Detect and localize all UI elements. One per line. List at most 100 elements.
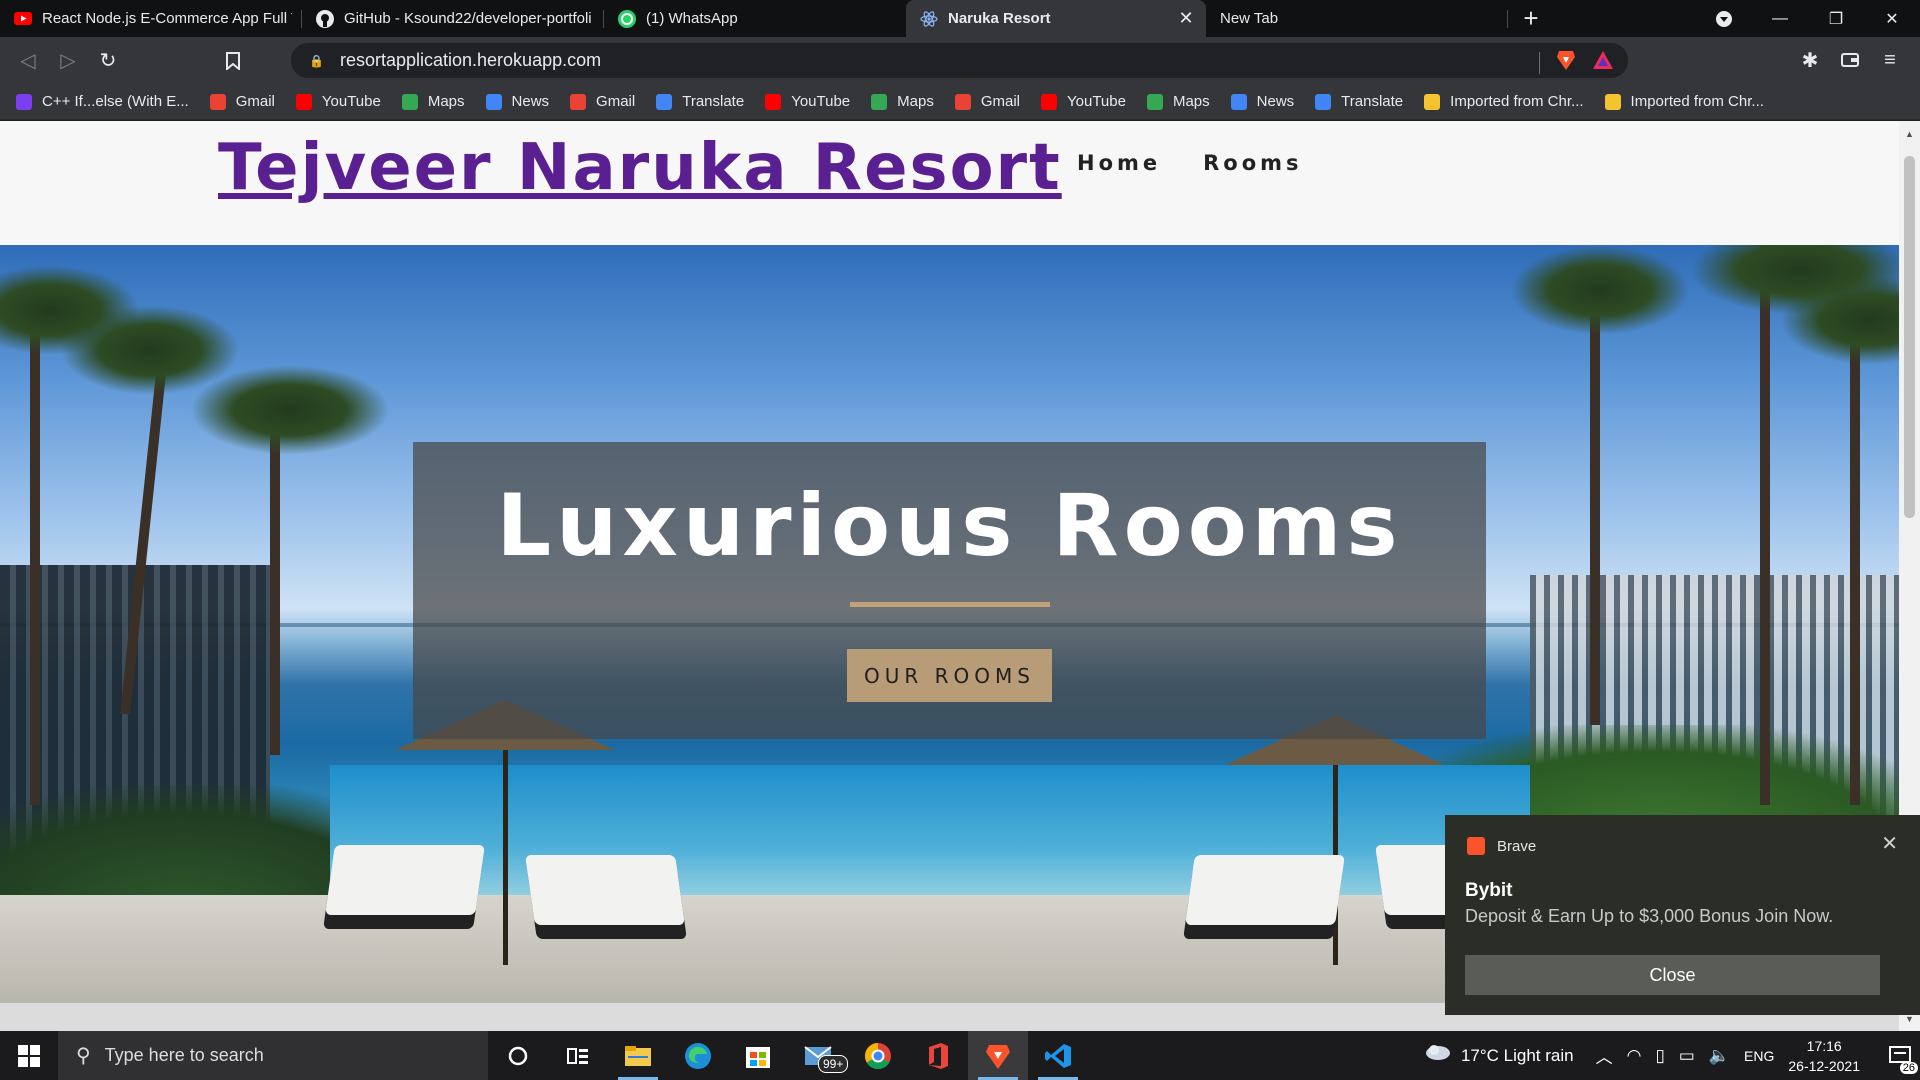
cloud-rain-icon: [1425, 1043, 1451, 1068]
cortana-icon[interactable]: [488, 1031, 548, 1080]
infinity-pool: [330, 765, 1530, 905]
bookmark-label: Imported from Chr...: [1450, 93, 1584, 110]
show-hidden-icons[interactable]: ︿: [1596, 1043, 1613, 1068]
new-tab-button[interactable]: +: [1508, 0, 1554, 37]
menu-icon[interactable]: ≡: [1870, 42, 1910, 78]
bookmark-label: YouTube: [791, 93, 851, 110]
site-brand-link[interactable]: Tejveer Naruka Resort: [218, 131, 1062, 205]
browser-toolbar: ◁ ▷ ↻ 🔒 resortapplication.herokuapp.com …: [0, 37, 1920, 84]
action-center-button[interactable]: 26: [1880, 1031, 1920, 1080]
bookmark-item[interactable]: C++ If...else (With E...: [16, 93, 189, 110]
bookmark-label: Gmail: [235, 93, 275, 110]
weather-widget[interactable]: 17°C Light rain: [1425, 1043, 1574, 1068]
scroll-up-icon[interactable]: ▲: [1904, 129, 1915, 139]
chrome-icon[interactable]: [848, 1031, 908, 1080]
bookmark-favicon-icon: [871, 93, 888, 110]
file-explorer-icon[interactable]: [608, 1031, 668, 1080]
start-button[interactable]: [0, 1031, 58, 1080]
reload-button[interactable]: ↻: [88, 43, 128, 79]
browser-tab[interactable]: GitHub - Ksound22/developer-portfoli: [302, 0, 604, 37]
back-button[interactable]: ◁: [8, 43, 48, 79]
network-icon[interactable]: ◠: [1627, 1046, 1642, 1066]
brave-icon: [1467, 837, 1485, 855]
language-indicator[interactable]: ENG: [1744, 1048, 1774, 1064]
bookmark-item[interactable]: Translate: [1315, 93, 1403, 110]
bookmark-favicon-icon: [1424, 93, 1441, 110]
bookmark-favicon-icon: [1604, 93, 1621, 110]
hero-title: Luxurious Rooms: [496, 476, 1403, 576]
brave-rewards-icon[interactable]: [1592, 50, 1614, 75]
bookmark-favicon-icon: [401, 93, 418, 110]
forward-button[interactable]: ▷: [48, 43, 88, 79]
close-window-button[interactable]: ✕: [1864, 0, 1920, 37]
url-text: resortapplication.herokuapp.com: [339, 50, 602, 70]
notification-close-button[interactable]: Close: [1465, 955, 1880, 995]
mail-badge: 99+: [818, 1055, 849, 1073]
nav-rooms-link[interactable]: Rooms: [1203, 151, 1302, 175]
device-icon[interactable]: ▯: [1655, 1046, 1664, 1066]
bookmark-favicon-icon: [295, 93, 312, 110]
office-icon[interactable]: [908, 1031, 968, 1080]
lock-icon: 🔒: [309, 53, 324, 68]
brave-notification[interactable]: Brave ✕ Bybit Deposit & Earn Up to $3,00…: [1445, 815, 1920, 1015]
bookmark-item[interactable]: News: [1230, 93, 1294, 110]
close-tab-icon[interactable]: ✕: [1176, 8, 1196, 29]
bookmark-item[interactable]: YouTube: [1041, 93, 1126, 110]
tab-label: New Tab: [1220, 10, 1279, 27]
scrollbar-thumb[interactable]: [1904, 156, 1915, 518]
nav-links: Home Rooms: [1077, 151, 1303, 175]
bookmark-favicon-icon: [1146, 93, 1163, 110]
tab-label: GitHub - Ksound22/developer-portfoli: [344, 10, 592, 27]
search-placeholder: Type here to search: [104, 1045, 264, 1065]
bookmark-item[interactable]: Imported from Chr...: [1604, 93, 1764, 110]
brave-taskbar-icon[interactable]: [968, 1031, 1028, 1080]
bookmark-item[interactable]: Maps: [871, 93, 934, 110]
bookmark-item[interactable]: Maps: [1146, 93, 1210, 110]
edge-icon[interactable]: [668, 1031, 728, 1080]
notification-body: Deposit & Earn Up to $3,000 Bonus Join N…: [1465, 906, 1834, 926]
github-icon: [316, 9, 334, 28]
bookmark-item[interactable]: Gmail: [954, 93, 1020, 110]
brave-shields-icon[interactable]: [1556, 49, 1576, 76]
battery-icon[interactable]: ▭: [1679, 1046, 1695, 1066]
clock-date: 26-12-2021: [1788, 1057, 1860, 1074]
vscode-icon[interactable]: [1028, 1031, 1088, 1080]
windows-taskbar: ⚲ Type here to search 99+ 17°C Light rai…: [0, 1031, 1920, 1080]
browser-tab-active[interactable]: Naruka Resort ✕: [906, 0, 1206, 37]
bookmark-item[interactable]: Maps: [401, 93, 465, 110]
browser-tab[interactable]: New Tab: [1206, 0, 1508, 37]
bookmark-item[interactable]: Gmail: [570, 93, 635, 110]
wallet-icon[interactable]: [1830, 42, 1870, 78]
bookmark-item[interactable]: Translate: [656, 93, 744, 110]
bookmark-label: Maps: [1172, 93, 1210, 110]
whatsapp-icon: [618, 9, 636, 28]
bookmark-item[interactable]: Gmail: [209, 93, 275, 110]
bookmark-item[interactable]: YouTube: [765, 93, 850, 110]
store-icon[interactable]: [728, 1031, 788, 1080]
extensions-icon[interactable]: ✱: [1790, 42, 1830, 78]
browser-tab[interactable]: (1) WhatsApp: [604, 0, 906, 37]
bookmark-favicon-icon: [656, 93, 673, 110]
clock[interactable]: 17:16 26-12-2021: [1788, 1036, 1860, 1076]
bookmark-item[interactable]: Imported from Chr...: [1424, 93, 1584, 110]
restore-button[interactable]: ❐: [1808, 0, 1864, 37]
bookmark-favicon-icon: [1041, 93, 1058, 110]
task-view-icon[interactable]: [548, 1031, 608, 1080]
scroll-down-icon[interactable]: ▼: [1904, 1014, 1915, 1024]
bookmark-item[interactable]: News: [485, 93, 549, 110]
browser-tab[interactable]: React Node.js E-Commerce App Full T: [0, 0, 302, 37]
notification-count: 26: [1899, 1062, 1918, 1074]
minimize-button[interactable]: —: [1752, 0, 1808, 37]
address-bar[interactable]: 🔒 resortapplication.herokuapp.com: [291, 43, 1628, 78]
bookmark-icon[interactable]: [213, 43, 253, 79]
nav-home-link[interactable]: Home: [1077, 151, 1161, 175]
dismiss-icon[interactable]: ✕: [1881, 831, 1898, 856]
taskbar-search[interactable]: ⚲ Type here to search: [58, 1031, 488, 1080]
bookmark-item[interactable]: YouTube: [295, 93, 381, 110]
volume-icon[interactable]: 🔈: [1709, 1046, 1730, 1066]
tab-search-icon[interactable]: [1696, 0, 1752, 37]
our-rooms-button[interactable]: OUR ROOMS: [847, 649, 1052, 702]
bookmark-favicon-icon: [954, 93, 971, 110]
site-navbar: Tejveer Naruka Resort Home Rooms: [0, 121, 1899, 245]
mail-icon[interactable]: 99+: [788, 1031, 849, 1080]
